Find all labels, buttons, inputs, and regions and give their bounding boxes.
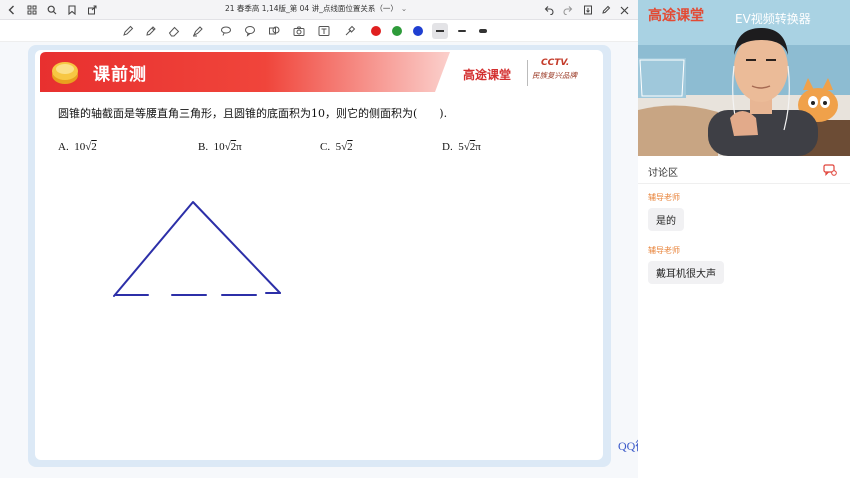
drawing-toolbar	[0, 20, 638, 42]
edit-icon[interactable]	[598, 2, 614, 18]
message-author: 辅导老师	[648, 193, 680, 202]
undo-icon[interactable]	[540, 2, 556, 18]
video-brand-logo: 高途课堂	[648, 8, 704, 24]
medium-line-icon	[458, 29, 466, 33]
app-window: { "titlebar": { "title": "21 春季高 1,14版_第…	[0, 0, 850, 478]
thick-line-icon	[479, 29, 487, 33]
discussion-header: 讨论区	[638, 156, 850, 184]
discussion-title: 讨论区	[648, 168, 678, 179]
video-overlay-text: EV视频转换器	[735, 12, 811, 26]
share-icon[interactable]	[84, 2, 100, 18]
message-bubble: 戴耳机很大声	[648, 261, 724, 284]
shape-tool-icon[interactable]	[266, 23, 282, 39]
chat-settings-icon[interactable]	[823, 164, 837, 176]
pen-size-thick[interactable]	[475, 23, 491, 39]
text-box-icon[interactable]	[316, 23, 332, 39]
red-color-dot	[371, 26, 381, 36]
green-color-dot	[392, 26, 402, 36]
close-icon[interactable]	[616, 2, 632, 18]
camera-icon[interactable]	[291, 23, 307, 39]
document-title: 21 春季高 1,14版_第 04 讲_点线面位置关系（一） ⌄	[225, 3, 407, 14]
grid-icon[interactable]	[24, 2, 40, 18]
document-title-text: 21 春季高 1,14版_第 04 讲_点线面位置关系（一）	[225, 4, 398, 13]
back-icon[interactable]	[4, 2, 20, 18]
color-green-swatch[interactable]	[389, 23, 405, 39]
laser-pointer-icon[interactable]	[342, 23, 358, 39]
thin-line-icon	[436, 30, 444, 32]
teacher-video[interactable]: ··· 高途课堂 EV视频转换器	[638, 0, 850, 156]
message-bubble: 是的	[648, 208, 684, 231]
color-red-swatch[interactable]	[368, 23, 384, 39]
pencil-tool-icon[interactable]	[120, 23, 136, 39]
pen-size-thin[interactable]	[432, 23, 448, 39]
message-author: 辅导老师	[648, 246, 680, 255]
bookmark-icon[interactable]	[64, 2, 80, 18]
speech-bubble-icon[interactable]	[242, 23, 258, 39]
export-icon[interactable]	[580, 2, 596, 18]
slide: 课前测 高途课堂 CCTV. 民族复兴品牌 圆锥的轴截面是等腰直角三角形，且圆锥…	[35, 50, 603, 460]
blue-color-dot	[413, 26, 423, 36]
lasso-tool-icon[interactable]	[218, 23, 234, 39]
search-icon[interactable]	[44, 2, 60, 18]
right-panel: ··· 高途课堂 EV视频转换器 讨论区 辅导老师 是的 辅导老师 戴耳机很大声	[638, 0, 850, 478]
chevron-down-icon[interactable]: ⌄	[401, 4, 407, 13]
highlighter-tool-icon[interactable]	[190, 23, 206, 39]
hand-drawn-triangle	[113, 201, 281, 297]
color-blue-swatch[interactable]	[410, 23, 426, 39]
redo-icon[interactable]	[560, 2, 576, 18]
eraser-tool-icon[interactable]	[166, 23, 182, 39]
pen-size-medium[interactable]	[454, 23, 470, 39]
title-bar: 21 春季高 1,14版_第 04 讲_点线面位置关系（一） ⌄	[0, 0, 638, 20]
pen-tool-icon[interactable]	[143, 23, 159, 39]
